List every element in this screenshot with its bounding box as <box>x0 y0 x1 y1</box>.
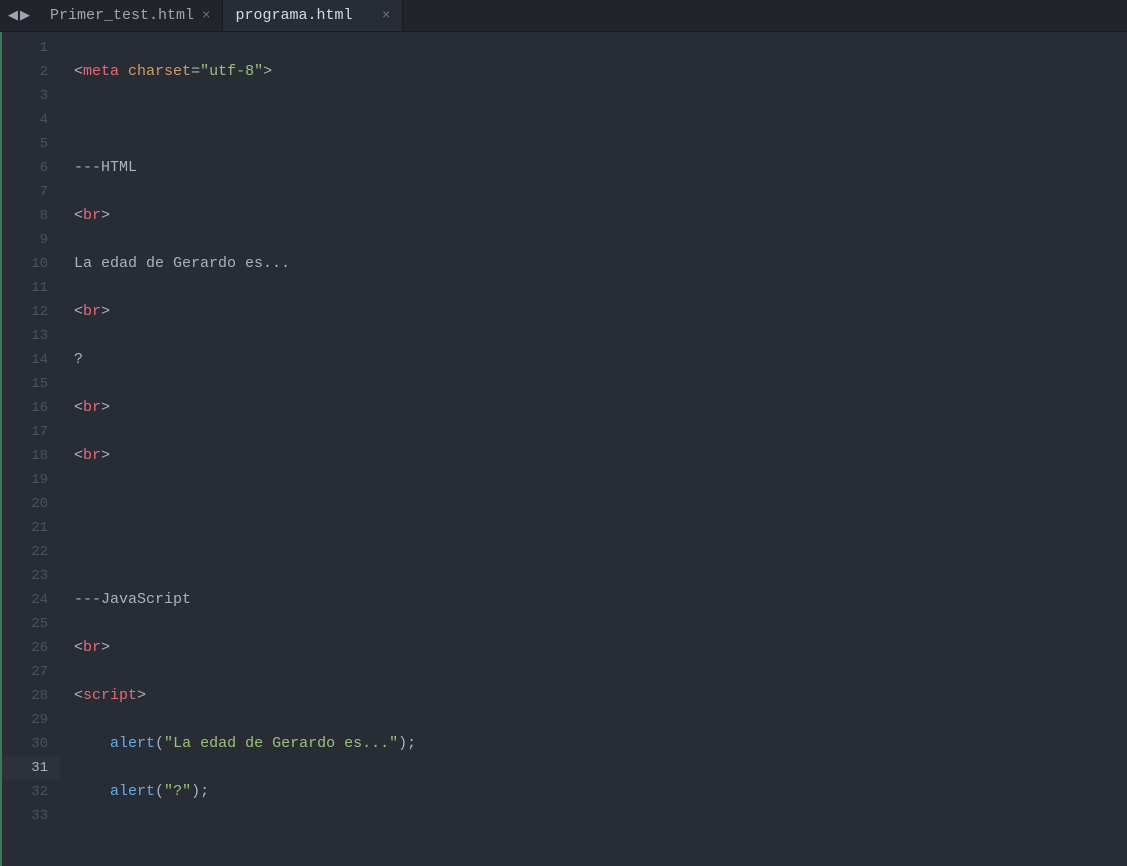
line-number: 30 <box>2 732 48 756</box>
tab-label: programa.html <box>235 7 352 24</box>
line-number: 31 <box>2 756 60 780</box>
code-line[interactable]: <br> <box>74 636 1127 660</box>
tag-name: br <box>83 207 101 224</box>
line-number: 22 <box>2 540 48 564</box>
line-number: 16 <box>2 396 48 420</box>
line-number: 25 <box>2 612 48 636</box>
tab-forward-icon[interactable]: ▶ <box>20 8 30 23</box>
tag-name: br <box>83 639 101 656</box>
tab-nav-arrows: ◀ ▶ <box>0 0 38 31</box>
line-number: 21 <box>2 516 48 540</box>
line-number: 20 <box>2 492 48 516</box>
line-number: 12 <box>2 300 48 324</box>
tag-name: br <box>83 303 101 320</box>
line-number: 5 <box>2 132 48 156</box>
line-number: 23 <box>2 564 48 588</box>
line-number: 8 <box>2 204 48 228</box>
line-number: 17 <box>2 420 48 444</box>
code-line[interactable]: <br> <box>74 300 1127 324</box>
code-line[interactable]: <script> <box>74 684 1127 708</box>
line-number: 9 <box>2 228 48 252</box>
fn-call: alert <box>110 783 155 800</box>
tab-back-icon[interactable]: ◀ <box>8 8 18 23</box>
text: ---JavaScript <box>74 591 191 608</box>
text: ---HTML <box>74 159 137 176</box>
line-number: 6 <box>2 156 48 180</box>
code-line[interactable] <box>74 108 1127 132</box>
line-number: 13 <box>2 324 48 348</box>
text: La edad de Gerardo es... <box>74 255 290 272</box>
code-line[interactable]: ---JavaScript <box>74 588 1127 612</box>
tag-name: br <box>83 399 101 416</box>
line-number: 19 <box>2 468 48 492</box>
line-number: 14 <box>2 348 48 372</box>
code-line[interactable]: ---HTML <box>74 156 1127 180</box>
string: La edad de Gerardo es... <box>173 735 389 752</box>
close-icon[interactable]: × <box>382 8 390 24</box>
tag-open: < <box>74 63 83 80</box>
line-number: 26 <box>2 636 48 660</box>
editor[interactable]: 1 2 3 4 5 6 7 8 9 10 11 12 13 14 15 16 1… <box>0 32 1127 866</box>
line-number: 18 <box>2 444 48 468</box>
code-line[interactable]: <meta charset="utf-8"> <box>74 60 1127 84</box>
line-number: 3 <box>2 84 48 108</box>
code-line[interactable]: alert("?"); <box>74 780 1127 804</box>
tag-name: br <box>83 447 101 464</box>
attr-name: charset <box>128 63 191 80</box>
code-line[interactable] <box>74 492 1127 516</box>
tab-label: Primer_test.html <box>50 7 194 24</box>
line-number: 28 <box>2 684 48 708</box>
code-line[interactable] <box>74 540 1127 564</box>
line-number: 2 <box>2 60 48 84</box>
line-number: 10 <box>2 252 48 276</box>
line-number-gutter: 1 2 3 4 5 6 7 8 9 10 11 12 13 14 15 16 1… <box>0 32 60 866</box>
line-number: 24 <box>2 588 48 612</box>
code-line[interactable] <box>74 828 1127 852</box>
line-number: 15 <box>2 372 48 396</box>
fn-call: alert <box>110 735 155 752</box>
line-number: 29 <box>2 708 48 732</box>
line-number: 4 <box>2 108 48 132</box>
string: ? <box>173 783 182 800</box>
line-number: 11 <box>2 276 48 300</box>
tag-name: script <box>83 687 137 704</box>
code-area[interactable]: <meta charset="utf-8"> ---HTML <br> La e… <box>60 32 1127 866</box>
tab-bar: ◀ ▶ Primer_test.html × programa.html × <box>0 0 1127 32</box>
close-icon[interactable]: × <box>202 8 210 24</box>
code-line[interactable]: <br> <box>74 444 1127 468</box>
line-number: 1 <box>2 36 48 60</box>
code-line[interactable]: ? <box>74 348 1127 372</box>
code-line[interactable]: <br> <box>74 396 1127 420</box>
line-number: 33 <box>2 804 48 828</box>
line-number: 7 <box>2 180 48 204</box>
text: ? <box>74 351 83 368</box>
code-line[interactable]: alert("La edad de Gerardo es..."); <box>74 732 1127 756</box>
tab-primer-test[interactable]: Primer_test.html × <box>38 0 223 31</box>
attr-value: utf-8 <box>209 63 254 80</box>
line-number: 27 <box>2 660 48 684</box>
code-line[interactable]: <br> <box>74 204 1127 228</box>
code-line[interactable]: La edad de Gerardo es... <box>74 252 1127 276</box>
line-number: 32 <box>2 780 48 804</box>
tag-name: meta <box>83 63 119 80</box>
tab-programa[interactable]: programa.html × <box>223 0 403 31</box>
